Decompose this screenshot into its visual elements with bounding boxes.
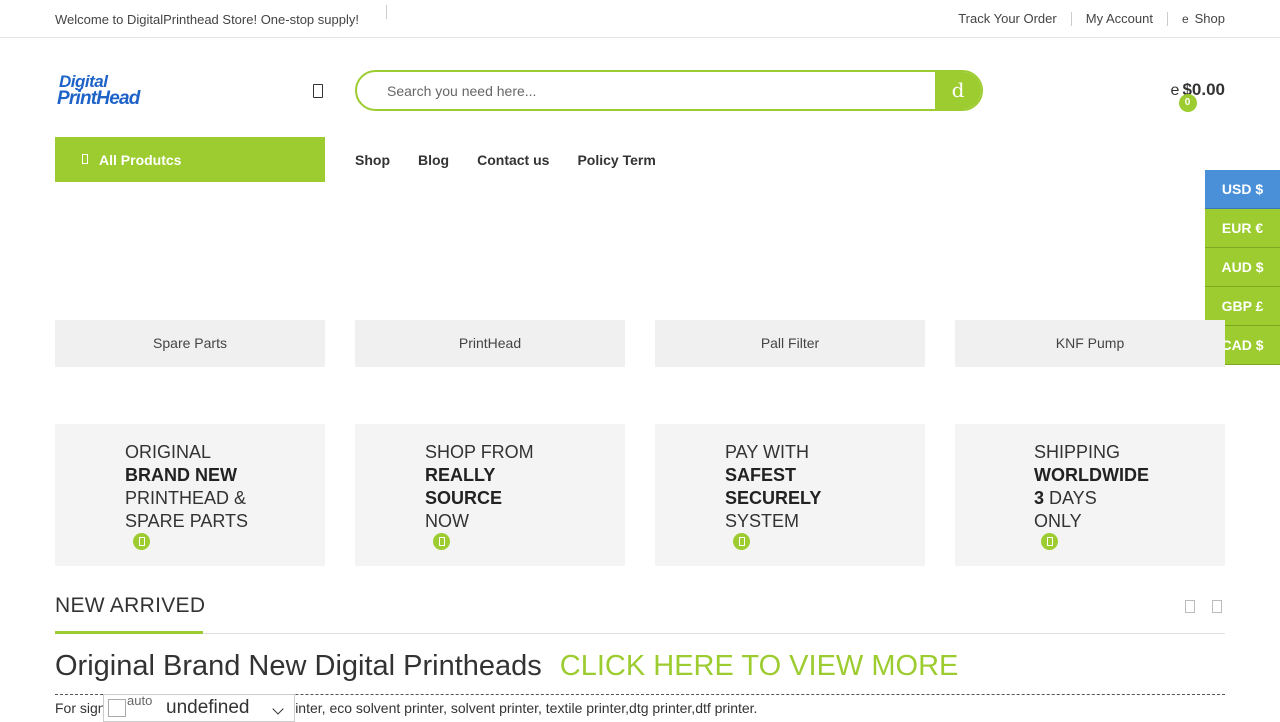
feature-box-payment: PAY WITH SAFEST SECURELY SYSTEM	[655, 424, 925, 566]
currency-usd[interactable]: USD $	[1205, 170, 1280, 209]
next-arrow-icon[interactable]	[1212, 600, 1222, 613]
top-links: Track Your Order My Account e Shop	[944, 12, 1225, 26]
track-order-link[interactable]: Track Your Order	[944, 12, 1072, 26]
feature-text: PAY WITH SAFEST SECURELY SYSTEM	[725, 441, 821, 533]
feature-line: SHOP FROM	[425, 442, 534, 462]
prev-arrow-icon[interactable]	[1185, 600, 1195, 613]
all-products-button[interactable]: All Produtcs	[55, 137, 325, 182]
headline-text: Original Brand New Digital Printheads	[55, 650, 542, 682]
feature-line: SYSTEM	[725, 511, 800, 531]
arrow-icon[interactable]	[1041, 533, 1058, 550]
menu-icon	[82, 154, 88, 164]
feature-text: SHOP FROM REALLY SOURCE NOW	[425, 441, 534, 533]
feature-line: ONLY	[1034, 511, 1082, 531]
feature-line: SHIPPING	[1034, 442, 1121, 462]
section-divider	[55, 633, 1225, 634]
cart[interactable]: e $0.00 0	[1170, 80, 1225, 112]
my-account-link[interactable]: My Account	[1072, 12, 1168, 26]
cart-count-badge: 0	[1178, 94, 1197, 112]
section-accent	[55, 631, 203, 634]
mobile-icon[interactable]	[313, 84, 323, 98]
category-pall-filter[interactable]: Pall Filter	[655, 320, 925, 367]
nav-shop[interactable]: Shop	[355, 152, 390, 168]
feature-box-original: ORIGINAL BRAND NEW PRINTHEAD & SPARE PAR…	[55, 424, 325, 566]
arrow-icon[interactable]	[433, 533, 450, 550]
feature-line: SAFEST	[725, 465, 797, 485]
nav-contact[interactable]: Contact us	[477, 152, 549, 168]
chevron-down-icon	[272, 703, 284, 715]
feature-text: ORIGINAL BRAND NEW PRINTHEAD & SPARE PAR…	[125, 441, 248, 533]
feature-line: SOURCE	[425, 488, 503, 508]
main-nav: Shop Blog Contact us Policy Term	[355, 152, 684, 168]
arrow-icon[interactable]	[733, 533, 750, 550]
feature-line: NOW	[425, 511, 469, 531]
view-more-link[interactable]: CLICK HERE TO VIEW MORE	[560, 650, 959, 682]
divider	[386, 5, 387, 19]
feature-line: WORLDWIDE	[1034, 465, 1149, 485]
nav-policy[interactable]: Policy Term	[577, 152, 655, 168]
arrow-icon[interactable]	[133, 533, 150, 550]
site-logo[interactable]: Digital PrintHead	[57, 72, 157, 112]
category-printhead[interactable]: PrintHead	[355, 320, 625, 367]
flag-alt-text: auto	[127, 693, 153, 708]
cart-icon: e	[1170, 82, 1180, 99]
top-bar: Welcome to DigitalPrinthead Store! One-s…	[0, 0, 1280, 38]
flag-icon	[108, 699, 126, 717]
feature-line: PRINTHEAD &	[125, 488, 247, 508]
search-input[interactable]	[387, 72, 927, 109]
feature-line: 3 DAYS	[1034, 487, 1149, 510]
feature-box-source: SHOP FROM REALLY SOURCE NOW	[355, 424, 625, 566]
feature-line: BRAND NEW	[125, 465, 237, 485]
logo-line-2: PrintHead	[57, 88, 140, 109]
feature-line-rest: DAYS	[1044, 488, 1097, 508]
feature-line: ORIGINAL	[125, 442, 212, 462]
section-title: NEW ARRIVED	[55, 594, 206, 617]
nav-blog[interactable]: Blog	[418, 152, 449, 168]
search-bar: d	[355, 70, 983, 111]
currency-aud[interactable]: AUD $	[1205, 248, 1280, 287]
search-icon: d	[951, 78, 965, 102]
shop-link-label: Shop	[1194, 11, 1225, 26]
welcome-message: Welcome to DigitalPrinthead Store! One-s…	[55, 12, 359, 27]
feature-line-bold: 3	[1034, 488, 1045, 508]
language-selector[interactable]: auto undefined	[103, 693, 295, 722]
search-button[interactable]: d	[935, 72, 981, 109]
feature-text: SHIPPING WORLDWIDE 3 DAYS ONLY	[1034, 441, 1149, 533]
feature-line: SPARE PARTS	[125, 511, 249, 531]
feature-line: REALLY	[425, 465, 496, 485]
feature-box-shipping: SHIPPING WORLDWIDE 3 DAYS ONLY	[955, 424, 1225, 566]
language-value: undefined	[166, 697, 250, 718]
shop-link[interactable]: e Shop	[1168, 11, 1225, 27]
currency-eur[interactable]: EUR €	[1205, 209, 1280, 248]
category-knf-pump[interactable]: KNF Pump	[955, 320, 1225, 367]
category-spare-parts[interactable]: Spare Parts	[55, 320, 325, 367]
headline: Original Brand New Digital Printheads CLI…	[55, 650, 958, 683]
feature-line: SECURELY	[725, 488, 822, 508]
shop-icon: e	[1181, 12, 1189, 26]
feature-line: PAY WITH	[725, 442, 810, 462]
all-products-label: All Produtcs	[99, 152, 182, 168]
